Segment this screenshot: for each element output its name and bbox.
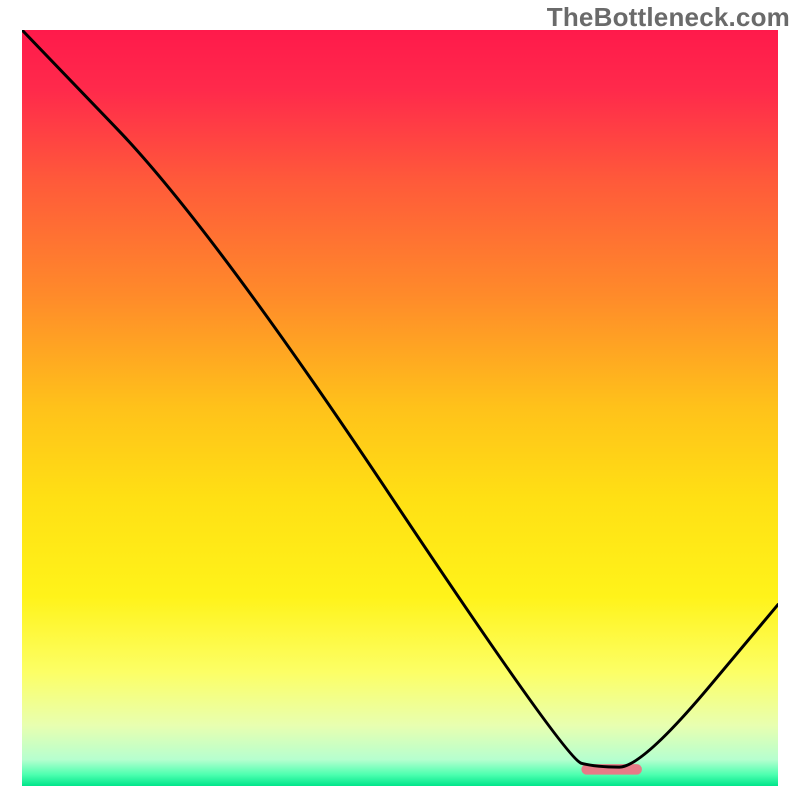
gradient-background [22, 30, 778, 786]
watermark-text: TheBottleneck.com [547, 2, 790, 33]
bottleneck-chart [0, 0, 800, 800]
chart-container: TheBottleneck.com [0, 0, 800, 800]
